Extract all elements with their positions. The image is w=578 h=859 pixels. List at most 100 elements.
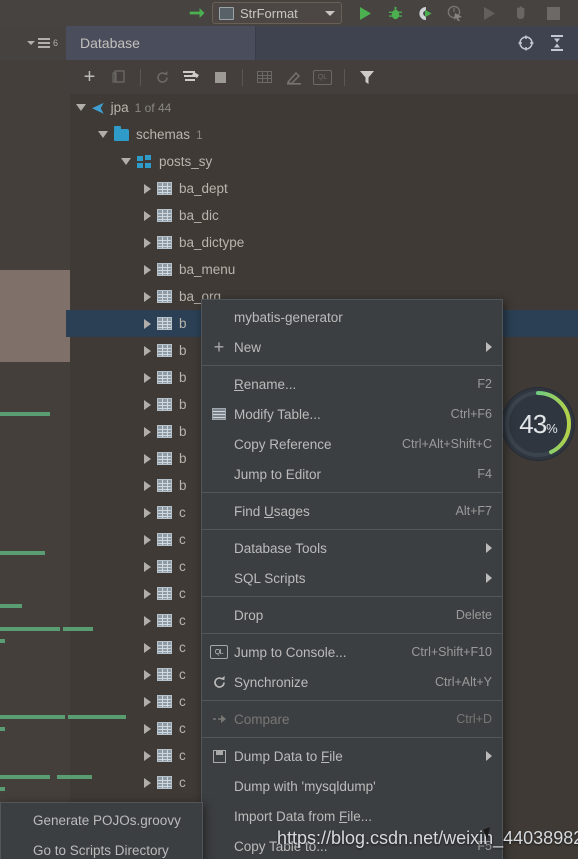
chevron-collapsed-icon[interactable] bbox=[144, 723, 151, 734]
compare-icon bbox=[210, 710, 228, 728]
chevron-collapsed-icon[interactable] bbox=[144, 642, 151, 653]
menu-item-label: Find Usages bbox=[234, 503, 310, 519]
tree-node-posts-sy[interactable]: posts_sy bbox=[66, 148, 578, 175]
menu-item-no-icon bbox=[210, 606, 228, 624]
submenu-item-generate-pojos[interactable]: Generate POJOs.groovy bbox=[1, 805, 202, 835]
chevron-collapsed-icon[interactable] bbox=[144, 777, 151, 788]
menu-item-drop[interactable]: Drop Delete bbox=[202, 600, 502, 630]
tree-node-table[interactable]: ba_dictype bbox=[66, 229, 578, 256]
data-sources-properties-button[interactable] bbox=[182, 68, 201, 87]
menu-separator bbox=[202, 700, 502, 701]
tree-node-table-label: ba_menu bbox=[179, 262, 236, 277]
menu-item-jump-to-editor[interactable]: Jump to Editor F4 bbox=[202, 459, 502, 489]
chevron-collapsed-icon[interactable] bbox=[144, 507, 151, 518]
menu-item-no-icon bbox=[210, 435, 228, 453]
menu-item-mybatis-generator[interactable]: mybatis-generator bbox=[202, 302, 502, 332]
debug-button[interactable] bbox=[382, 0, 408, 26]
menu-item-label: Synchronize bbox=[234, 674, 309, 690]
tree-node-table[interactable]: ba_menu bbox=[66, 256, 578, 283]
tree-node-jpa[interactable]: ➤ jpa 1 of 44 bbox=[66, 94, 578, 121]
tree-node-table[interactable]: ba_dic bbox=[66, 202, 578, 229]
tree-node-table-label: c bbox=[179, 775, 186, 790]
chevron-expanded-icon[interactable] bbox=[121, 158, 131, 165]
run-toolbar: ➞ StrFormat bbox=[0, 0, 578, 26]
menu-item-find-usages[interactable]: Find Usages Alt+F7 bbox=[202, 496, 502, 526]
table-icon bbox=[157, 317, 172, 330]
menu-item-new[interactable]: + New bbox=[202, 332, 502, 362]
chevron-collapsed-icon[interactable] bbox=[144, 561, 151, 572]
coverage-icon bbox=[419, 6, 432, 20]
menu-item-jump-to-console[interactable]: QL Jump to Console... Ctrl+Shift+F10 bbox=[202, 637, 502, 667]
tree-node-table-label: b bbox=[179, 370, 187, 385]
menu-item-copy-reference[interactable]: Copy Reference Ctrl+Alt+Shift+C bbox=[202, 429, 502, 459]
code-line bbox=[0, 787, 5, 791]
submenu-item-go-to-scripts-directory[interactable]: Go to Scripts Directory bbox=[1, 835, 202, 859]
context-menu[interactable]: mybatis-generator + New Rename... F2 Modify T… bbox=[201, 299, 503, 859]
menu-item-label: Copy Reference bbox=[234, 436, 332, 452]
green-back-arrow-icon[interactable]: ➞ bbox=[186, 0, 208, 26]
chevron-expanded-icon[interactable] bbox=[98, 131, 108, 138]
background-task-progress[interactable]: 43% bbox=[502, 388, 574, 460]
chevron-collapsed-icon[interactable] bbox=[144, 750, 151, 761]
chevron-collapsed-icon[interactable] bbox=[144, 318, 151, 329]
chevron-collapsed-icon[interactable] bbox=[144, 534, 151, 545]
chevron-collapsed-icon[interactable] bbox=[144, 345, 151, 356]
toolwindow-stripe-button[interactable]: 6 bbox=[0, 26, 66, 60]
hand-icon bbox=[517, 6, 525, 20]
menu-item-rename[interactable]: Rename... F2 bbox=[202, 369, 502, 399]
chevron-collapsed-icon[interactable] bbox=[144, 291, 151, 302]
tab-database[interactable]: Database bbox=[66, 26, 256, 60]
scroll-from-source-icon[interactable] bbox=[516, 34, 535, 53]
chevron-collapsed-icon[interactable] bbox=[144, 372, 151, 383]
chevron-collapsed-icon[interactable] bbox=[144, 399, 151, 410]
menu-item-no-icon bbox=[210, 375, 228, 393]
menu-item-import-data-from-file[interactable]: Import Data from File... bbox=[202, 801, 502, 831]
chevron-collapsed-icon[interactable] bbox=[144, 669, 151, 680]
stop-refresh-button[interactable] bbox=[211, 68, 230, 87]
menu-separator bbox=[202, 365, 502, 366]
chevron-collapsed-icon[interactable] bbox=[144, 453, 151, 464]
stop-square-icon bbox=[546, 6, 560, 20]
schema-icon bbox=[137, 155, 152, 168]
stripe-number: 6 bbox=[52, 38, 58, 48]
chevron-collapsed-icon[interactable] bbox=[144, 588, 151, 599]
menu-item-synchronize[interactable]: Synchronize Ctrl+Alt+Y bbox=[202, 667, 502, 697]
chevron-down-icon bbox=[325, 10, 335, 16]
chevron-collapsed-icon[interactable] bbox=[144, 615, 151, 626]
menu-item-dump-data-to-file[interactable]: Dump Data to File bbox=[202, 741, 502, 771]
duplicate-button bbox=[109, 68, 128, 87]
tree-node-jpa-label: jpa bbox=[110, 100, 129, 115]
add-new-button[interactable]: + bbox=[80, 66, 99, 88]
table-icon bbox=[157, 668, 172, 681]
tree-node-table[interactable]: ba_dept bbox=[66, 175, 578, 202]
menu-item-label: Rename... bbox=[234, 376, 297, 392]
attach-debugger-button bbox=[508, 0, 534, 26]
chevron-collapsed-icon[interactable] bbox=[144, 210, 151, 221]
table-icon bbox=[157, 344, 172, 357]
menu-item-dump-with-mysqldump[interactable]: Dump with 'mysqldump' bbox=[202, 771, 502, 801]
run-with-coverage-button[interactable] bbox=[412, 0, 438, 26]
collapse-all-icon[interactable] bbox=[547, 34, 566, 53]
menu-item-database-tools[interactable]: Database Tools bbox=[202, 533, 502, 563]
menu-item-label: Dump with 'mysqldump' bbox=[234, 778, 376, 794]
progress-unit: % bbox=[546, 420, 558, 436]
code-line bbox=[0, 551, 45, 555]
run-config-name: StrFormat bbox=[240, 5, 298, 21]
filter-button[interactable] bbox=[357, 68, 376, 87]
chevron-collapsed-icon[interactable] bbox=[144, 696, 151, 707]
chevron-collapsed-icon[interactable] bbox=[144, 426, 151, 437]
menu-item-sql-scripts[interactable]: SQL Scripts bbox=[202, 563, 502, 593]
chevron-collapsed-icon[interactable] bbox=[144, 237, 151, 248]
menu-item-label: Modify Table... bbox=[234, 406, 321, 422]
chevron-collapsed-icon[interactable] bbox=[144, 183, 151, 194]
chevron-collapsed-icon[interactable] bbox=[144, 264, 151, 275]
tree-node-table-label: ba_dic bbox=[179, 208, 219, 223]
tree-node-schemas[interactable]: schemas 1 bbox=[66, 121, 578, 148]
scripted-extensions-submenu[interactable]: Generate POJOs.groovy Go to Scripts Direc… bbox=[0, 802, 203, 859]
menu-item-modify-table[interactable]: Modify Table... Ctrl+F6 bbox=[202, 399, 502, 429]
run-configuration-selector[interactable]: StrFormat bbox=[212, 2, 342, 24]
hamburger-icon bbox=[37, 38, 50, 48]
run-button[interactable] bbox=[352, 0, 378, 26]
chevron-expanded-icon[interactable] bbox=[76, 104, 86, 111]
chevron-collapsed-icon[interactable] bbox=[144, 480, 151, 491]
